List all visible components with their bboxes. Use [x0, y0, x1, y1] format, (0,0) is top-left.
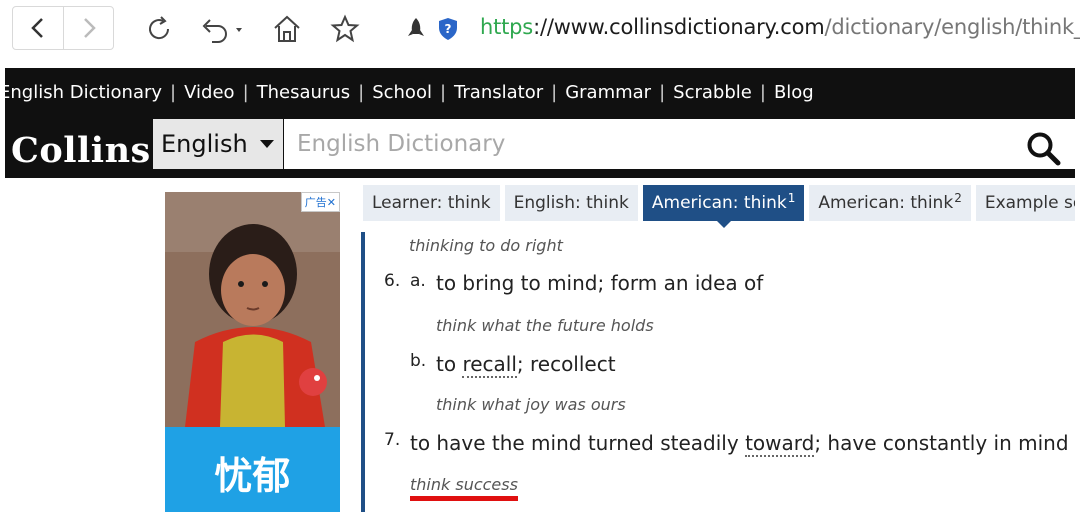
- tab-label: Learner: think: [372, 193, 491, 213]
- nav-grammar[interactable]: Grammar: [565, 82, 651, 103]
- ad-photo: [165, 192, 340, 427]
- rocket-button[interactable]: [402, 12, 430, 46]
- nav-separator: |: [551, 81, 558, 103]
- nav-separator: |: [242, 81, 249, 103]
- star-icon: [330, 14, 360, 43]
- language-select[interactable]: English: [153, 119, 283, 169]
- xref-toward-link[interactable]: toward: [745, 431, 815, 457]
- collins-page: English Dictionary | Video | Thesaurus |…: [5, 68, 1075, 512]
- definition-7-pre: to have the mind turned steadily: [410, 431, 746, 455]
- search-input[interactable]: [284, 119, 1075, 169]
- security-button[interactable]: ?: [434, 12, 462, 46]
- ad-banner-text: 忧郁: [165, 427, 340, 512]
- sense-number-6: 6.: [384, 271, 401, 291]
- nav-video[interactable]: Video: [184, 82, 234, 103]
- nav-blog[interactable]: Blog: [774, 82, 814, 103]
- nav-translator[interactable]: Translator: [454, 82, 543, 103]
- url-domain: ://www.collinsdictionary.com: [533, 15, 825, 39]
- reload-button[interactable]: [142, 12, 176, 46]
- sense-letter-6b: b.: [410, 351, 427, 371]
- tab-sup: 1: [787, 191, 796, 205]
- sense-letter-6a: a.: [410, 271, 426, 291]
- example-6b: think what joy was ours: [436, 395, 626, 414]
- shield-icon: ?: [439, 18, 457, 40]
- search-button[interactable]: [1023, 128, 1063, 168]
- nav-english-dictionary[interactable]: English Dictionary: [5, 82, 162, 103]
- definition-6a: to bring to mind; form an idea of: [436, 271, 764, 295]
- nav-school[interactable]: School: [372, 82, 432, 103]
- example-prev: thinking to do right: [409, 236, 563, 255]
- tab-label: Example sente: [984, 193, 1075, 213]
- nav-separator: |: [439, 81, 447, 103]
- reload-icon: [149, 16, 170, 40]
- tab-english[interactable]: English: think: [504, 185, 638, 221]
- undo-button[interactable]: [198, 12, 250, 46]
- red-highlight-underline: [410, 496, 518, 501]
- definition-body: thinking to do right 6. a. to bring to m…: [361, 232, 1075, 512]
- dictionary-tabs: Learner: think English: think American: …: [363, 185, 1075, 228]
- caret-down-icon: [259, 140, 274, 148]
- tab-label: English: think: [513, 193, 629, 213]
- tab-example-sentences[interactable]: Example sente: [975, 185, 1075, 221]
- child-photo-illustration: [165, 192, 340, 427]
- search-icon: [1027, 132, 1061, 166]
- nav-separator: |: [170, 81, 177, 103]
- browser-toolbar: ? https://www.collinsdictionary.com/dict…: [0, 0, 1080, 62]
- tab-american-1[interactable]: American: think 1: [642, 185, 805, 228]
- nav-separator: |: [659, 81, 666, 103]
- tab-sup: 2: [954, 191, 962, 205]
- home-button[interactable]: [270, 12, 304, 46]
- url-scheme: https: [480, 15, 534, 39]
- tab-learner[interactable]: Learner: think: [363, 185, 500, 221]
- definition-7-post: ; have constantly in mind: [814, 431, 1069, 455]
- advertisement[interactable]: 广告✕ 忧郁: [165, 192, 340, 512]
- collins-logo[interactable]: Collins: [11, 130, 151, 171]
- nav-separator: |: [358, 81, 365, 103]
- definition-7: to have the mind turned steadily toward;…: [410, 431, 1069, 457]
- tab-label: American: think: [651, 193, 787, 213]
- back-button[interactable]: [13, 7, 63, 49]
- ad-badge[interactable]: 广告✕: [300, 192, 340, 212]
- definition-6b-pre: to: [436, 352, 463, 376]
- svg-text:?: ?: [445, 22, 452, 36]
- undo-icon: [202, 19, 242, 43]
- nav-scrabble[interactable]: Scrabble: [673, 82, 752, 103]
- example-7: think success: [410, 475, 518, 494]
- chevron-right-icon: [83, 18, 96, 38]
- sense-number-7: 7.: [384, 430, 401, 450]
- top-nav: English Dictionary | Video | Thesaurus |…: [5, 68, 1075, 116]
- tab-american-2[interactable]: American: think 2: [809, 185, 971, 221]
- example-6a: think what the future holds: [436, 316, 654, 335]
- tab-label: American: think: [818, 193, 954, 213]
- chevron-left-icon: [31, 18, 43, 38]
- address-bar[interactable]: https://www.collinsdictionary.com/dictio…: [480, 15, 1080, 39]
- nav-separator: |: [759, 81, 766, 103]
- home-icon: [274, 15, 300, 42]
- definition-6b-post: ; recollect: [516, 352, 616, 376]
- bookmark-button[interactable]: [328, 12, 362, 46]
- language-label: English: [161, 130, 248, 158]
- definition-6b: to recall; recollect: [436, 352, 616, 378]
- nav-thesaurus[interactable]: Thesaurus: [257, 82, 350, 103]
- rocket-icon: [408, 18, 424, 36]
- forward-button[interactable]: [63, 7, 113, 49]
- xref-recall-link[interactable]: recall: [462, 352, 517, 378]
- nav-buttons: [12, 6, 114, 50]
- url-path: /dictionary/english/think_1: [824, 15, 1080, 39]
